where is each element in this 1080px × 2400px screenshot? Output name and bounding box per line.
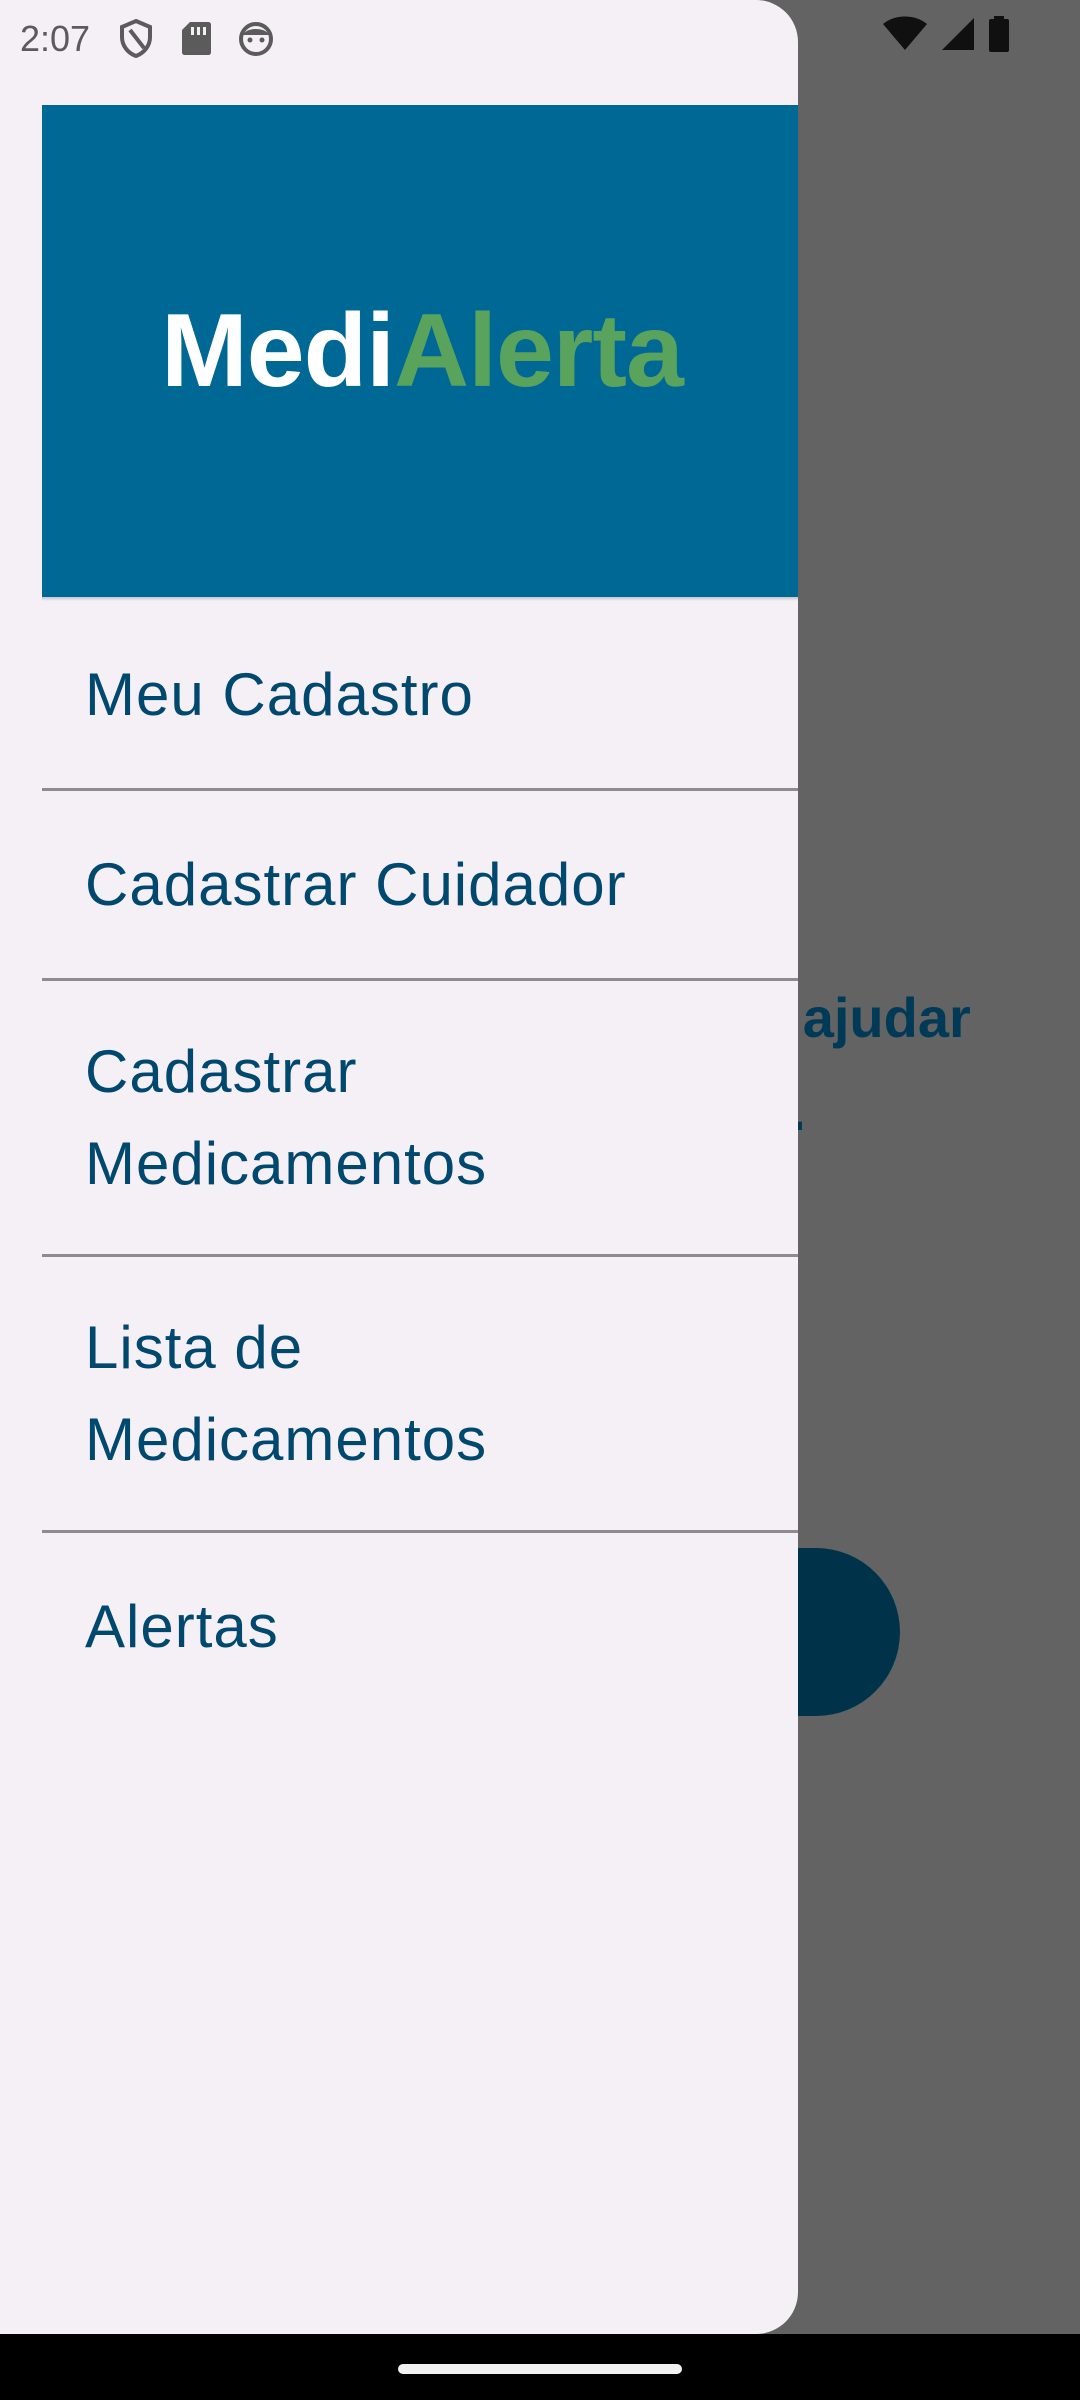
menu-item-label-line-1: Cadastrar xyxy=(85,1037,358,1105)
home-gesture-handle[interactable] xyxy=(398,2364,682,2374)
menu-item-cadastrar-medicamentos[interactable]: Cadastrar Medicamentos xyxy=(0,981,798,1254)
signal-icon xyxy=(942,18,974,50)
menu-item-label: Cadastrar Medicamentos xyxy=(85,1026,487,1210)
wifi-icon xyxy=(883,16,927,50)
menu-item-cadastrar-cuidador[interactable]: Cadastrar Cuidador xyxy=(0,791,798,978)
app-logo: Medi Alerta xyxy=(42,105,798,597)
menu-item-label-line-1: Lista de xyxy=(85,1313,304,1381)
sd-card-icon xyxy=(182,22,211,55)
shield-icon xyxy=(120,18,152,58)
status-bar-right xyxy=(882,16,1010,52)
app-logo-medi: Medi xyxy=(161,292,395,409)
status-time: 2:07 xyxy=(20,18,91,59)
menu-item-label-line-2: Medicamentos xyxy=(85,1405,488,1473)
face-icon xyxy=(239,22,273,56)
menu-item-lista-de-medicamentos[interactable]: Lista de Medicamentos xyxy=(0,1257,798,1530)
menu-item-alertas[interactable]: Alertas xyxy=(0,1533,798,1720)
menu-item-label: Alertas xyxy=(85,1592,279,1660)
menu-item-label-line-2: Medicamentos xyxy=(85,1129,488,1197)
drawer-menu: Meu Cadastro Cadastrar Cuidador Cadastra… xyxy=(0,601,798,1720)
app-logo-alerta: Alerta xyxy=(394,292,684,409)
menu-item-label: Meu Cadastro xyxy=(85,660,474,728)
screen: o e ajudar o. 2:07 xyxy=(0,0,1080,2400)
menu-item-meu-cadastro[interactable]: Meu Cadastro xyxy=(0,601,798,788)
navigation-drawer: 2:07 Medi Alerta Meu Cadastro Cadastrar … xyxy=(0,0,798,2334)
status-bar-left-icons xyxy=(116,18,276,58)
menu-item-label: Lista de Medicamentos xyxy=(85,1302,487,1486)
drawer-header: Medi Alerta xyxy=(42,105,798,597)
menu-item-label: Cadastrar Cuidador xyxy=(85,850,627,918)
battery-icon xyxy=(989,16,1009,52)
